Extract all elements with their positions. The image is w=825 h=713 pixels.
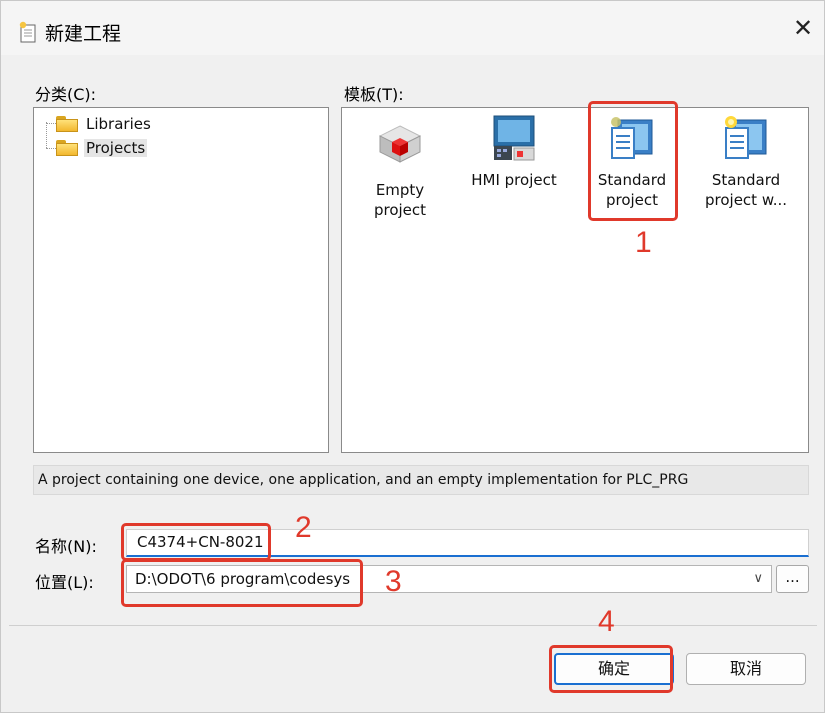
template-standard-project-wizard[interactable]: Standard project w... [696, 114, 796, 222]
annotation-number-2: 2 [295, 511, 312, 544]
category-tree[interactable]: Libraries Projects [33, 107, 329, 453]
template-label: Standard [711, 171, 781, 189]
folder-icon [56, 116, 78, 132]
templates-label: 模板(T): [344, 85, 404, 104]
template-label: Standard [597, 171, 667, 189]
tree-item-projects[interactable]: Projects [56, 136, 148, 160]
close-button[interactable]: ✕ [788, 13, 818, 43]
template-list[interactable]: Empty project HMI project Standard proje… [341, 107, 809, 453]
tree-item-label: Libraries [86, 115, 151, 133]
location-value: D:\ODOT\6 program\codesys [135, 570, 351, 588]
dialog-title: 新建工程 [45, 23, 122, 45]
tree-item-label: Projects [84, 139, 148, 157]
template-label: project [605, 191, 659, 209]
template-label: HMI project [471, 171, 557, 189]
category-label: 分类(C): [35, 85, 97, 104]
standard-project-icon [611, 117, 653, 159]
template-description: A project containing one device, one app… [33, 465, 809, 495]
separator [9, 625, 817, 626]
template-standard-project[interactable]: Standard project [582, 114, 682, 222]
annotation-number-3: 3 [385, 565, 402, 598]
template-label: project w... [704, 191, 788, 209]
template-label: Empty project [373, 181, 427, 219]
tree-connector [46, 122, 47, 148]
template-empty-project[interactable]: Empty project [350, 114, 450, 222]
new-document-icon [19, 21, 36, 43]
name-label: 名称(N): [35, 537, 97, 556]
location-label: 位置(L): [35, 573, 94, 592]
template-hmi-project[interactable]: HMI project [464, 114, 564, 222]
tree-item-libraries[interactable]: Libraries [56, 112, 153, 136]
folder-icon [56, 140, 78, 156]
annotation-number-1: 1 [635, 226, 652, 259]
title-bar: 新建工程 ✕ [1, 1, 824, 55]
red-cube-icon [378, 125, 422, 163]
ok-button[interactable]: 确定 [554, 653, 674, 685]
chevron-down-icon[interactable]: ∨ [753, 566, 763, 592]
browse-button[interactable]: ... [776, 565, 809, 593]
standard-project-wizard-icon [725, 116, 767, 159]
cancel-button[interactable]: 取消 [686, 653, 806, 685]
hmi-panel-icon [493, 115, 535, 161]
new-project-dialog: 新建工程 ✕ 分类(C): Libraries Projects 模板(T): [0, 0, 825, 713]
close-icon[interactable]: ✕ [793, 14, 813, 42]
name-input[interactable]: C4374+CN-8021 [126, 529, 809, 557]
annotation-number-4: 4 [598, 605, 615, 638]
location-combobox[interactable]: D:\ODOT\6 program\codesys ∨ [126, 565, 772, 593]
